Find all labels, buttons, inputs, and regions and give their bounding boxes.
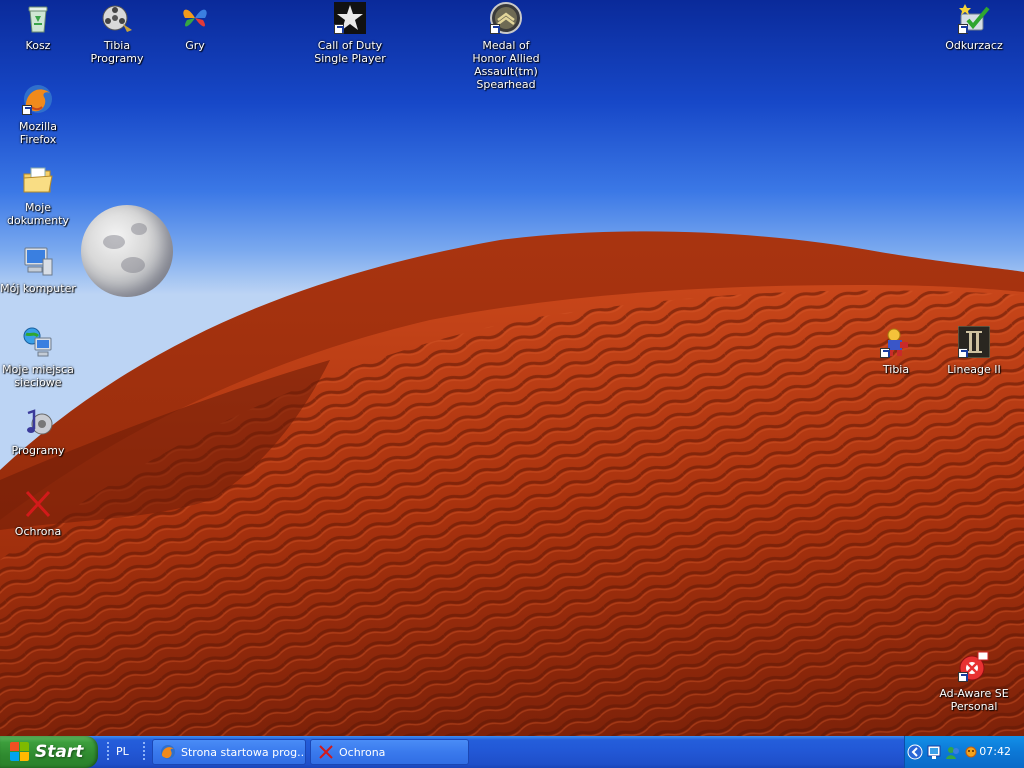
film-reel-icon [101, 2, 133, 34]
system-tray: 07:42 [904, 736, 1024, 768]
desktop-icon-label: Ochrona [14, 525, 62, 538]
desktop-icon-moje-miejsca-sieciowe[interactable]: Moje miejsca sieciowe [0, 326, 76, 389]
taskbar-button-label: Ochrona [339, 745, 386, 759]
toolbar-grip[interactable] [143, 742, 145, 762]
documents-folder-icon [22, 164, 54, 196]
msn-butterfly-icon [179, 2, 211, 34]
desktop-icon-ochrona[interactable]: Ochrona [0, 488, 76, 538]
desktop-icon-programy[interactable]: Programy [0, 407, 76, 457]
taskbar-button-label: Strona startowa prog... [181, 745, 305, 759]
desktop-icon-label: Mozilla Firefox [19, 120, 57, 146]
desktop-icon-label: Kosz [25, 39, 51, 52]
recycle-bin-icon [22, 2, 54, 34]
music-note-icon [22, 407, 54, 439]
desktop-icon-moje-dokumenty[interactable]: Moje dokumenty [0, 164, 76, 227]
tibia-character-icon [880, 326, 912, 358]
sun-icon[interactable] [963, 744, 979, 760]
ad-aware-icon [958, 650, 990, 682]
windows-logo-icon [10, 742, 30, 762]
desktop-icon-call-of-duty[interactable]: Call of Duty Single Player [312, 2, 388, 65]
language-indicator[interactable]: PL [116, 745, 140, 758]
taskbar: Start PL Strona startowa prog... Ochrona… [0, 736, 1024, 768]
desktop-icon-label: Odkurzacz [945, 39, 1003, 52]
network-icon[interactable] [926, 744, 942, 760]
checkmark-disk-icon [958, 2, 990, 34]
desktop-icon-label: Call of Duty Single Player [314, 39, 386, 65]
lineage-icon [958, 326, 990, 358]
taskbar-button-firefox[interactable]: Strona startowa prog... [152, 739, 306, 765]
desktop-icon-moj-komputer[interactable]: Mój komputer [0, 245, 76, 295]
desktop-icon-tibia[interactable]: Tibia [858, 326, 934, 376]
medal-icon [490, 2, 522, 34]
desktop-icon-label: Mój komputer [0, 282, 76, 295]
star-badge-icon [334, 2, 366, 34]
chevron-left-icon[interactable] [907, 744, 923, 760]
messenger-icon[interactable] [945, 744, 961, 760]
desktop-icon-label: Medal of Honor Allied Assault(tm) Spearh… [472, 39, 540, 91]
desktop-icon-odkurzacz[interactable]: Odkurzacz [936, 2, 1012, 52]
start-button[interactable]: Start [0, 736, 98, 768]
toolbar-grip[interactable] [107, 742, 109, 762]
red-x-icon [318, 744, 334, 760]
desktop-icon-ad-aware[interactable]: Ad-Aware SE Personal [936, 650, 1012, 713]
desktop-icon-label: Lineage II [947, 363, 1001, 376]
desktop-icon-label: Moje dokumenty [7, 201, 69, 227]
desktop[interactable]: Kosz Tibia Programy Gry Call of Duty Sin… [0, 0, 1024, 736]
desktop-icon-medal-of-honor[interactable]: Medal of Honor Allied Assault(tm) Spearh… [468, 2, 544, 91]
desktop-icon-label: Moje miejsca sieciowe [2, 363, 74, 389]
desktop-icon-kosz[interactable]: Kosz [0, 2, 76, 52]
desktop-icon-tibia-programy[interactable]: Tibia Programy [79, 2, 155, 65]
desktop-icon-label: Ad-Aware SE Personal [939, 687, 1009, 713]
network-places-icon [22, 326, 54, 358]
desktop-icon-label: Tibia [882, 363, 910, 376]
clock[interactable]: 07:42 [979, 745, 1011, 758]
desktop-icon-lineage[interactable]: Lineage II [936, 326, 1012, 376]
desktop-icon-label: Tibia Programy [90, 39, 144, 65]
desktop-icon-firefox[interactable]: Mozilla Firefox [0, 83, 76, 146]
desktop-icon-label: Programy [11, 444, 65, 457]
desktop-icon-gry[interactable]: Gry [157, 2, 233, 52]
computer-icon [22, 245, 54, 277]
taskbar-button-ochrona[interactable]: Ochrona [310, 739, 469, 765]
firefox-icon [22, 83, 54, 115]
firefox-icon [160, 744, 176, 760]
red-x-icon [22, 488, 54, 520]
desktop-icon-label: Gry [185, 39, 205, 52]
start-label: Start [35, 742, 84, 762]
moon [81, 205, 173, 297]
